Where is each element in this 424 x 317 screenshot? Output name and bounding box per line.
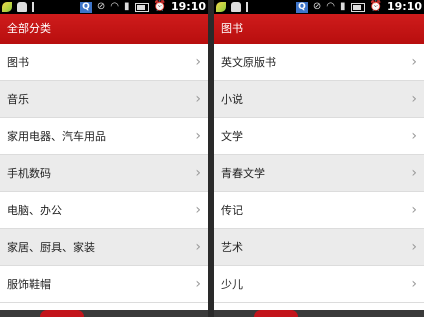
list-item[interactable]: 图书 › xyxy=(0,44,208,81)
page-title: 全部分类 xyxy=(0,14,208,44)
list-item[interactable]: 家用电器、汽车用品 › xyxy=(0,118,208,155)
page-title: 图书 xyxy=(214,14,424,44)
signal-icon: ▮ xyxy=(340,1,346,12)
right-panel: Q ⊘ ◠ ▮ ⏰ 19:10 图书 英文原版书 › 小说 › 文学 › 青春文学 › … xyxy=(214,0,424,317)
bottom-nav-tab[interactable] xyxy=(254,310,298,317)
alarm-icon: ⏰ xyxy=(369,1,382,12)
android-icon xyxy=(231,2,241,12)
list-item[interactable]: 手机数码 › xyxy=(0,155,208,192)
q-icon: Q xyxy=(295,1,308,13)
list-item[interactable]: 小说 › xyxy=(214,81,424,118)
chevron-right-icon: › xyxy=(411,276,417,292)
chevron-right-icon: › xyxy=(411,165,417,181)
list-item[interactable]: 文学 › xyxy=(214,118,424,155)
list-item-label: 英文原版书 xyxy=(221,56,276,69)
alarm-icon: ⏰ xyxy=(153,1,166,12)
list-item-label: 图书 xyxy=(7,56,29,69)
chevron-right-icon: › xyxy=(411,54,417,70)
list-item-label: 手机数码 xyxy=(7,167,51,180)
usb-icon xyxy=(246,2,256,12)
list-item-label: 传记 xyxy=(221,204,243,217)
list-item[interactable]: 少儿 › xyxy=(214,266,424,303)
usb-icon xyxy=(32,2,42,12)
left-panel: Q ⊘ ◠ ▮ ⏰ 19:10 全部分类 图书 › 音乐 › 家用电器、汽车用品 › … xyxy=(0,0,208,317)
status-bar: Q ⊘ ◠ ▮ ⏰ 19:10 xyxy=(214,0,424,14)
chevron-right-icon: › xyxy=(195,128,201,144)
list-item[interactable]: 英文原版书 › xyxy=(214,44,424,81)
battery-icon xyxy=(134,2,149,12)
list-item-label: 家用电器、汽车用品 xyxy=(7,130,106,143)
status-bar: Q ⊘ ◠ ▮ ⏰ 19:10 xyxy=(0,0,208,14)
list-item-label: 青春文学 xyxy=(221,167,265,180)
status-time: 19:10 xyxy=(170,0,206,13)
chevron-right-icon: › xyxy=(195,239,201,255)
chevron-right-icon: › xyxy=(195,54,201,70)
list-item[interactable]: 服饰鞋帽 › xyxy=(0,266,208,303)
list-item-label: 电脑、办公 xyxy=(7,204,62,217)
list-item-label: 小说 xyxy=(221,93,243,106)
leaf-icon xyxy=(216,2,226,12)
wifi-icon: ◠ xyxy=(110,1,120,12)
list-item[interactable]: 艺术 › xyxy=(214,229,424,266)
list-item[interactable]: 传记 › xyxy=(214,192,424,229)
list-item-label: 家居、厨具、家装 xyxy=(7,241,95,254)
mute-icon: ⊘ xyxy=(96,1,106,12)
q-icon: Q xyxy=(79,1,92,13)
list-item-label: 艺术 xyxy=(221,241,243,254)
chevron-right-icon: › xyxy=(195,202,201,218)
status-time: 19:10 xyxy=(386,0,422,13)
bottom-nav-tab[interactable] xyxy=(40,310,84,317)
android-icon xyxy=(17,2,27,12)
category-list: 图书 › 音乐 › 家用电器、汽车用品 › 手机数码 › 电脑、办公 › 家居、厨具、家装… xyxy=(0,44,208,303)
leaf-icon xyxy=(2,2,12,12)
wifi-icon: ◠ xyxy=(326,1,336,12)
chevron-right-icon: › xyxy=(195,276,201,292)
list-item[interactable]: 家居、厨具、家装 › xyxy=(0,229,208,266)
list-item[interactable]: 音乐 › xyxy=(0,81,208,118)
chevron-right-icon: › xyxy=(411,202,417,218)
chevron-right-icon: › xyxy=(195,165,201,181)
chevron-right-icon: › xyxy=(411,128,417,144)
bottom-nav-bar xyxy=(0,310,208,317)
battery-icon xyxy=(350,2,365,12)
mute-icon: ⊘ xyxy=(312,1,322,12)
list-item-label: 文学 xyxy=(221,130,243,143)
list-item[interactable]: 青春文学 › xyxy=(214,155,424,192)
list-item-label: 服饰鞋帽 xyxy=(7,278,51,291)
chevron-right-icon: › xyxy=(411,91,417,107)
signal-icon: ▮ xyxy=(124,1,130,12)
list-item-label: 音乐 xyxy=(7,93,29,106)
list-item[interactable]: 电脑、办公 › xyxy=(0,192,208,229)
list-item-label: 少儿 xyxy=(221,278,243,291)
bottom-nav-bar xyxy=(214,310,424,317)
chevron-right-icon: › xyxy=(411,239,417,255)
chevron-right-icon: › xyxy=(195,91,201,107)
subcategory-list: 英文原版书 › 小说 › 文学 › 青春文学 › 传记 › 艺术 › 少儿 › xyxy=(214,44,424,303)
